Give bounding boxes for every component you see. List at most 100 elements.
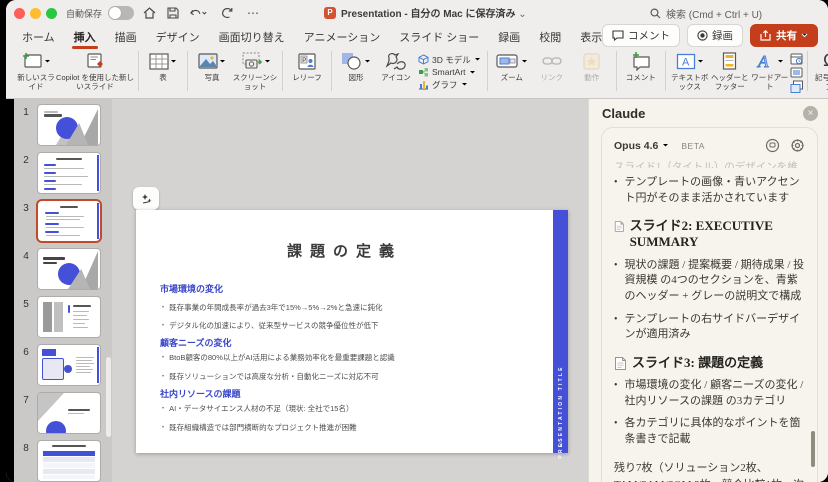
titlebar: 自動保存 ⋯ P Presentation - 自分の Mac に保存済み ⌄ …	[6, 0, 828, 26]
slide-thumbnail[interactable]	[38, 393, 100, 433]
slide-bullet[interactable]: デジタル化の加速により、従来型サービスの競争優位性が低下	[162, 320, 379, 331]
comments-button-label: コメント	[628, 28, 670, 43]
thumbnail-item-1[interactable]: 1	[14, 105, 112, 145]
redo-button[interactable]	[218, 5, 236, 21]
thumbnail-item-8[interactable]: 8	[14, 441, 112, 481]
thumbnail-item-2[interactable]: 2	[14, 153, 112, 193]
header-footer-label: ヘッダーとフッター	[710, 73, 750, 91]
tab-view[interactable]: 表示	[580, 29, 602, 45]
close-window-button[interactable]	[14, 8, 25, 19]
photo-icon	[198, 53, 218, 69]
settings-gear-icon[interactable]	[790, 138, 805, 153]
slide-section-heading[interactable]: 顧客ニーズの変化	[160, 336, 232, 349]
claude-scrollbar[interactable]	[811, 431, 815, 467]
thumbnail-item-3-selected[interactable]: 3	[14, 201, 112, 241]
ribbon-tabs: ホーム 挿入 描画 デザイン 画面切り替え アニメーション スライド ショー 録…	[6, 26, 828, 47]
3d-model-button[interactable]: 3D モデル	[418, 54, 481, 66]
slide-number: 7	[14, 393, 38, 433]
tab-insert[interactable]: 挿入	[74, 29, 96, 45]
screenshot-button[interactable]: スクリーンショット	[232, 49, 278, 91]
slide-thumbnail[interactable]	[38, 441, 100, 481]
group-separator	[665, 51, 666, 91]
header-footer-button[interactable]: ヘッダーとフッター	[710, 49, 750, 91]
smartart-button[interactable]: SmartArt	[418, 67, 481, 78]
wordart-label: ワードアート	[750, 73, 790, 91]
slide-bullet[interactable]: BtoB顧客の80%以上がAI活用による業務効率化を最重要課題と認識	[162, 352, 395, 363]
zoom-button[interactable]: ズーム	[492, 49, 532, 82]
document-title-chip[interactable]: P Presentation - 自分の Mac に保存済み ⌄	[324, 5, 527, 20]
search-field[interactable]: 検索 (Cmd + Ctrl + U)	[650, 6, 762, 21]
tab-design[interactable]: デザイン	[156, 29, 200, 45]
powerpoint-window: 自動保存 ⋯ P Presentation - 自分の Mac に保存済み ⌄ …	[6, 0, 828, 482]
undo-button[interactable]	[190, 5, 208, 21]
table-button[interactable]: 表	[143, 49, 183, 82]
slide-number: 3	[14, 201, 38, 241]
thumbnail-item-7[interactable]: 7	[14, 393, 112, 433]
relief-icon: P	[297, 53, 317, 70]
current-slide[interactable]: 課題の定義 市場環境の変化 既存事業の年間成長率が過去3年で15%→5%→2%と…	[136, 210, 568, 453]
icons-button[interactable]: アイコン	[376, 49, 416, 82]
slide-bullet[interactable]: 既存事業の年間成長率が過去3年で15%→5%→2%と急速に鈍化	[162, 302, 382, 313]
textbox-button[interactable]: A テキストボックス	[670, 49, 710, 91]
history-icon[interactable]	[765, 138, 780, 153]
tab-home[interactable]: ホーム	[22, 29, 55, 45]
tab-transitions[interactable]: 画面切り替え	[219, 29, 285, 45]
chart-button[interactable]: グラフ	[418, 79, 481, 91]
tab-record[interactable]: 録画	[498, 29, 520, 45]
slide-thumbnail-panel: 1 2	[14, 99, 112, 482]
symbol-button[interactable]: Ω 記号と特殊文字	[812, 49, 828, 91]
date-time-icon[interactable]	[790, 52, 803, 65]
record-button-label: 録画	[712, 28, 733, 43]
shapes-button[interactable]: 図形	[336, 49, 376, 82]
slide-bullet[interactable]: 既存ソリューションでは高度な分析・自動化ニーズに対応不可	[162, 371, 379, 382]
thumbnail-scrollbar[interactable]	[106, 357, 111, 437]
designer-button[interactable]	[133, 187, 159, 210]
slide-thumbnail[interactable]	[38, 297, 100, 337]
slide-number: 6	[14, 345, 38, 385]
more-commands-button[interactable]: ⋯	[244, 5, 262, 21]
new-comment-button[interactable]: コメント	[621, 49, 661, 82]
zoom-window-button[interactable]	[46, 8, 57, 19]
relief-button[interactable]: P レリーフ	[287, 49, 327, 82]
save-icon[interactable]	[164, 5, 182, 21]
home-icon[interactable]	[140, 5, 158, 21]
comments-button[interactable]: コメント	[602, 24, 680, 47]
copilot-new-slide-button[interactable]: Copilot を使用した新しいスライド	[56, 49, 134, 91]
action-button: 動作	[572, 49, 612, 82]
bullet-dot: •	[614, 176, 618, 206]
autosave-toggle[interactable]	[108, 6, 134, 20]
thumbnail-item-5[interactable]: 5	[14, 297, 112, 337]
slide-thumbnail[interactable]	[38, 105, 100, 145]
tab-slideshow[interactable]: スライド ショー	[399, 29, 479, 45]
slide-thumbnail[interactable]	[38, 249, 100, 289]
share-button[interactable]: 共有	[750, 24, 818, 47]
wordart-button[interactable]: A ワードアート	[750, 49, 790, 91]
slide-title[interactable]: 課題の定義	[136, 240, 553, 261]
minimize-window-button[interactable]	[30, 8, 41, 19]
record-button[interactable]: 録画	[687, 24, 743, 47]
slide-thumbnail[interactable]	[38, 153, 100, 193]
slide-section-heading[interactable]: 市場環境の変化	[160, 282, 223, 295]
thumbnail-item-4[interactable]: 4	[14, 249, 112, 289]
icons-label: アイコン	[381, 73, 411, 82]
slide-thumbnail[interactable]	[38, 345, 100, 385]
svg-text:A: A	[682, 56, 690, 68]
object-icon[interactable]	[790, 80, 803, 93]
copilot-new-slide-label: Copilot を使用した新しいスライド	[56, 73, 134, 91]
slide-section-heading[interactable]: 社内リソースの課題	[160, 387, 241, 400]
model-selector[interactable]: Opus 4.6	[614, 140, 658, 152]
slide-bullet[interactable]: AI・データサイエンス人材の不足（現状: 全社で15名）	[162, 403, 353, 414]
photo-button[interactable]: 写真	[192, 49, 232, 82]
tab-draw[interactable]: 描画	[115, 29, 137, 45]
slide-number-icon[interactable]	[790, 66, 803, 79]
slide-bullet[interactable]: 既存組織構造では部門横断的なプロジェクト推進が困難	[162, 422, 357, 433]
ribbon: 新しいスライド Copilot を使用した新しいスライド 表 写真 スクリーンシ…	[6, 47, 828, 99]
slide-thumbnail[interactable]	[38, 201, 100, 241]
claude-bullet: 市場環境の変化 / 顧客ニーズの変化 / 社内リソースの課題 の3カテゴリ	[625, 378, 805, 409]
close-panel-icon[interactable]: ×	[803, 106, 818, 121]
new-slide-button[interactable]: 新しいスライド	[16, 49, 56, 91]
tab-review[interactable]: 校閲	[539, 29, 561, 45]
tab-animations[interactable]: アニメーション	[304, 29, 381, 45]
slide-number: 5	[14, 297, 38, 337]
thumbnail-item-6[interactable]: 6	[14, 345, 112, 385]
